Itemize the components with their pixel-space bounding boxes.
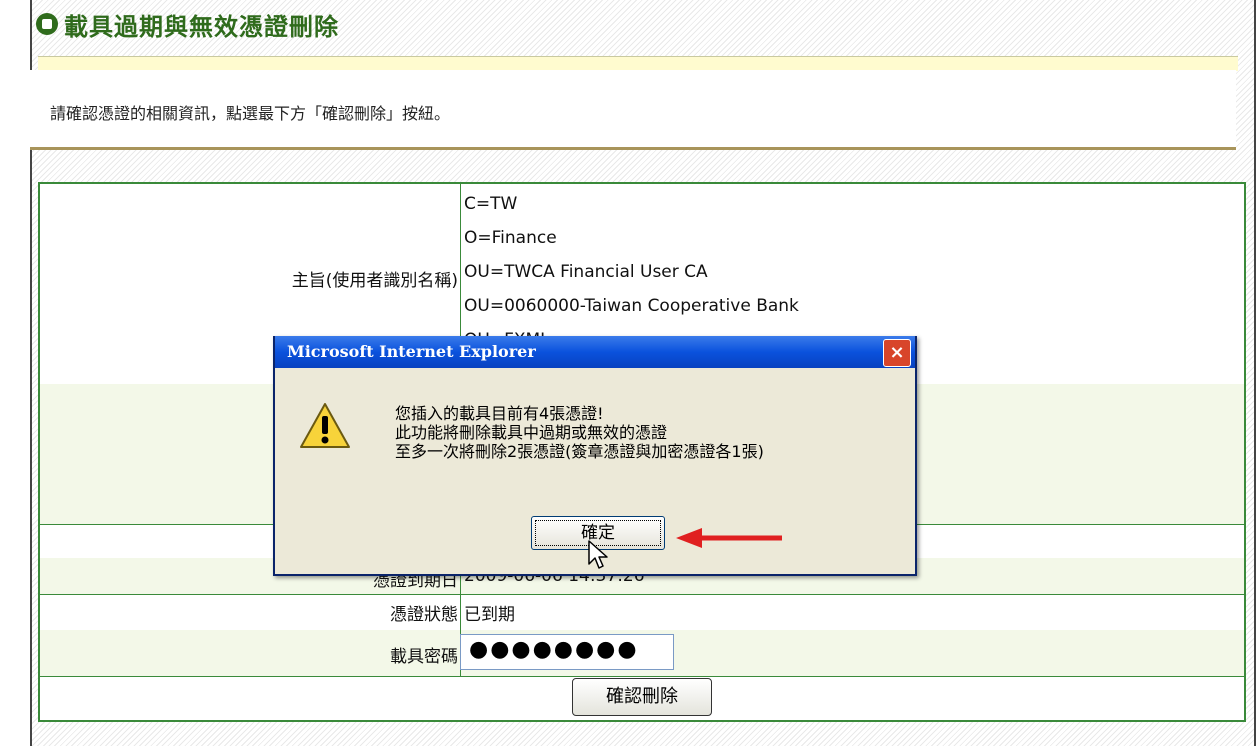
page-header: 載具過期與無效憑證刪除 xyxy=(36,4,339,44)
status-row: 憑證狀態 已到期 xyxy=(40,594,1244,631)
password-input[interactable]: ●●●●●●●● xyxy=(460,634,674,670)
title-bullet-icon xyxy=(36,13,58,35)
dialog-title: Microsoft Internet Explorer xyxy=(287,342,536,361)
subject-label: 主旨(使用者識別名稱) xyxy=(291,271,458,291)
confirm-delete-button[interactable]: 確認刪除 xyxy=(572,678,712,716)
subject-line: C=TW xyxy=(464,194,518,214)
password-label: 載具密碼 xyxy=(390,647,458,667)
mouse-cursor-icon xyxy=(588,540,608,574)
dialog-message-line: 您插入的載具目前有4張憑證! xyxy=(395,404,604,423)
subject-line: OU=0060000-Taiwan Cooperative Bank xyxy=(464,296,799,316)
action-row: 確認刪除 xyxy=(40,676,1244,720)
password-row: 載具密碼 ●●●●●●●● xyxy=(40,630,1244,677)
column-divider xyxy=(460,594,461,630)
notice-tab xyxy=(38,56,1238,71)
subject-line: O=Finance xyxy=(464,228,557,248)
dialog-titlebar[interactable]: Microsoft Internet Explorer × xyxy=(275,336,915,368)
dialog-message: 您插入的載具目前有4張憑證! 此功能將刪除載具中過期或無效的憑證 至多一次將刪除… xyxy=(395,404,764,461)
red-arrow-annotation-icon xyxy=(676,528,786,552)
subject-line: OU=TWCA Financial User CA xyxy=(464,262,708,282)
page-title: 載具過期與無效憑證刪除 xyxy=(64,12,339,41)
status-label: 憑證狀態 xyxy=(390,605,458,625)
dialog-message-line: 至多一次將刪除2張憑證(簽章憑證與加密憑證各1張) xyxy=(395,442,764,461)
warning-icon xyxy=(299,402,351,454)
status-value: 已到期 xyxy=(464,605,515,625)
notice-text: 請確認憑證的相關資訊，點選最下方「確認刪除」按紐。 xyxy=(50,104,451,123)
dialog-message-line: 此功能將刪除載具中過期或無效的憑證 xyxy=(395,423,668,442)
close-icon[interactable]: × xyxy=(883,339,911,367)
